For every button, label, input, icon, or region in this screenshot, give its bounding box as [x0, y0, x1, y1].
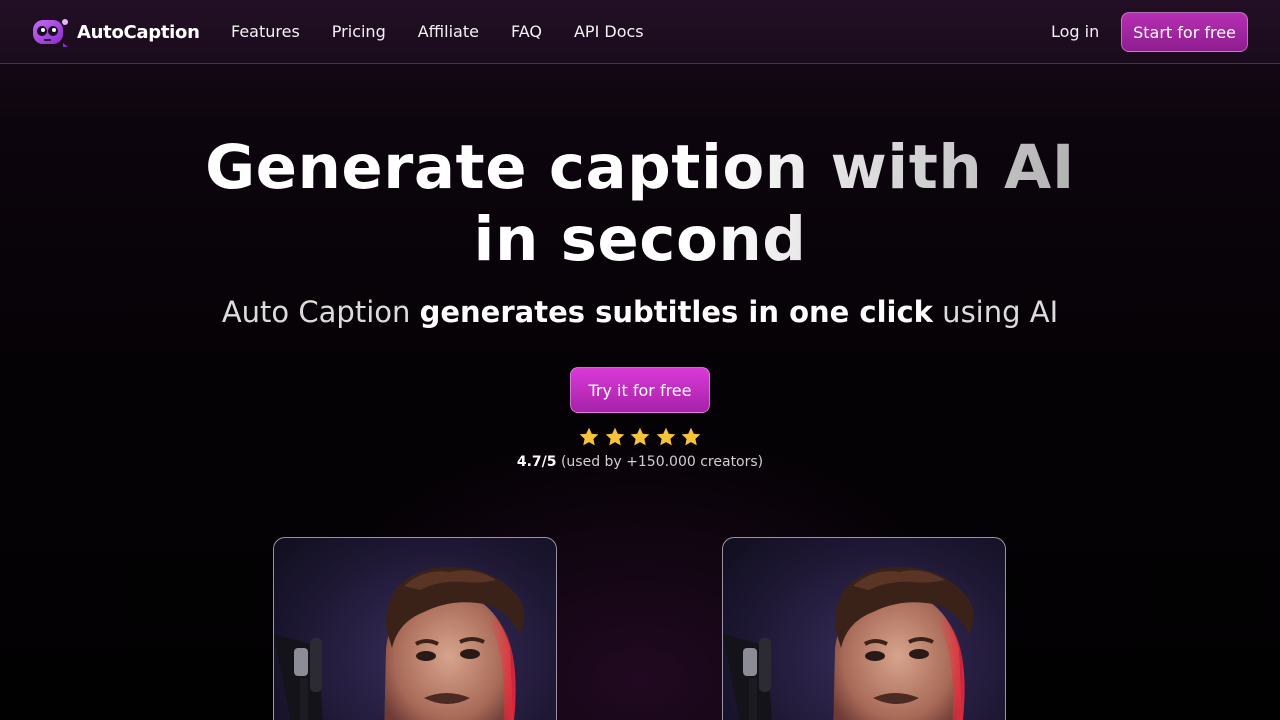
- rating-score: 4.7/5: [516, 454, 557, 470]
- landing-page: AutoCaption Features Pricing Affiliate F…: [0, 0, 1280, 720]
- start-for-free-button[interactable]: Start for free: [1121, 12, 1248, 52]
- star-icon: [681, 427, 701, 446]
- video-preview-right[interactable]: [722, 537, 1006, 720]
- top-navbar: AutoCaption Features Pricing Affiliate F…: [0, 0, 1280, 64]
- brand-name: AutoCaption: [77, 21, 200, 43]
- rating-users-text: (used by +150.000 creators): [556, 454, 764, 470]
- hero-subtitle-part3: using AI: [932, 295, 1059, 329]
- star-icon: [656, 427, 675, 446]
- nav-link-affiliate[interactable]: Affiliate: [418, 20, 479, 44]
- nav-link-pricing[interactable]: Pricing: [332, 20, 386, 44]
- brand-logo[interactable]: AutoCaption: [32, 16, 200, 48]
- robot-face-logo-icon: [32, 17, 70, 47]
- try-it-for-free-button[interactable]: Try it for free: [570, 367, 710, 413]
- nav-link-api-docs[interactable]: API Docs: [574, 20, 644, 44]
- star-icon: [605, 427, 624, 446]
- nav-link-features[interactable]: Features: [231, 20, 300, 44]
- hero-title: Generate caption with AI in second: [0, 132, 1280, 276]
- video-preview-left[interactable]: [273, 537, 557, 720]
- hero-subtitle: Auto Caption generates subtitles in one …: [0, 292, 1280, 332]
- hero-subtitle-part1: Auto Caption: [221, 295, 420, 329]
- nav-link-faq[interactable]: FAQ: [511, 20, 542, 44]
- star-icon: [579, 427, 599, 446]
- hero-subtitle-highlight: generates subtitles in one click: [419, 295, 933, 329]
- hero-title-line2: in second: [473, 204, 807, 275]
- rating-stars: [578, 426, 702, 450]
- hero-title-line1: Generate caption with AI: [205, 132, 1075, 203]
- rating-summary: 4.7/5 (used by +150.000 creators): [0, 453, 1280, 471]
- nav-links: Features Pricing Affiliate FAQ API Docs: [231, 20, 676, 44]
- star-icon: [630, 427, 650, 446]
- login-link[interactable]: Log in: [1051, 20, 1099, 44]
